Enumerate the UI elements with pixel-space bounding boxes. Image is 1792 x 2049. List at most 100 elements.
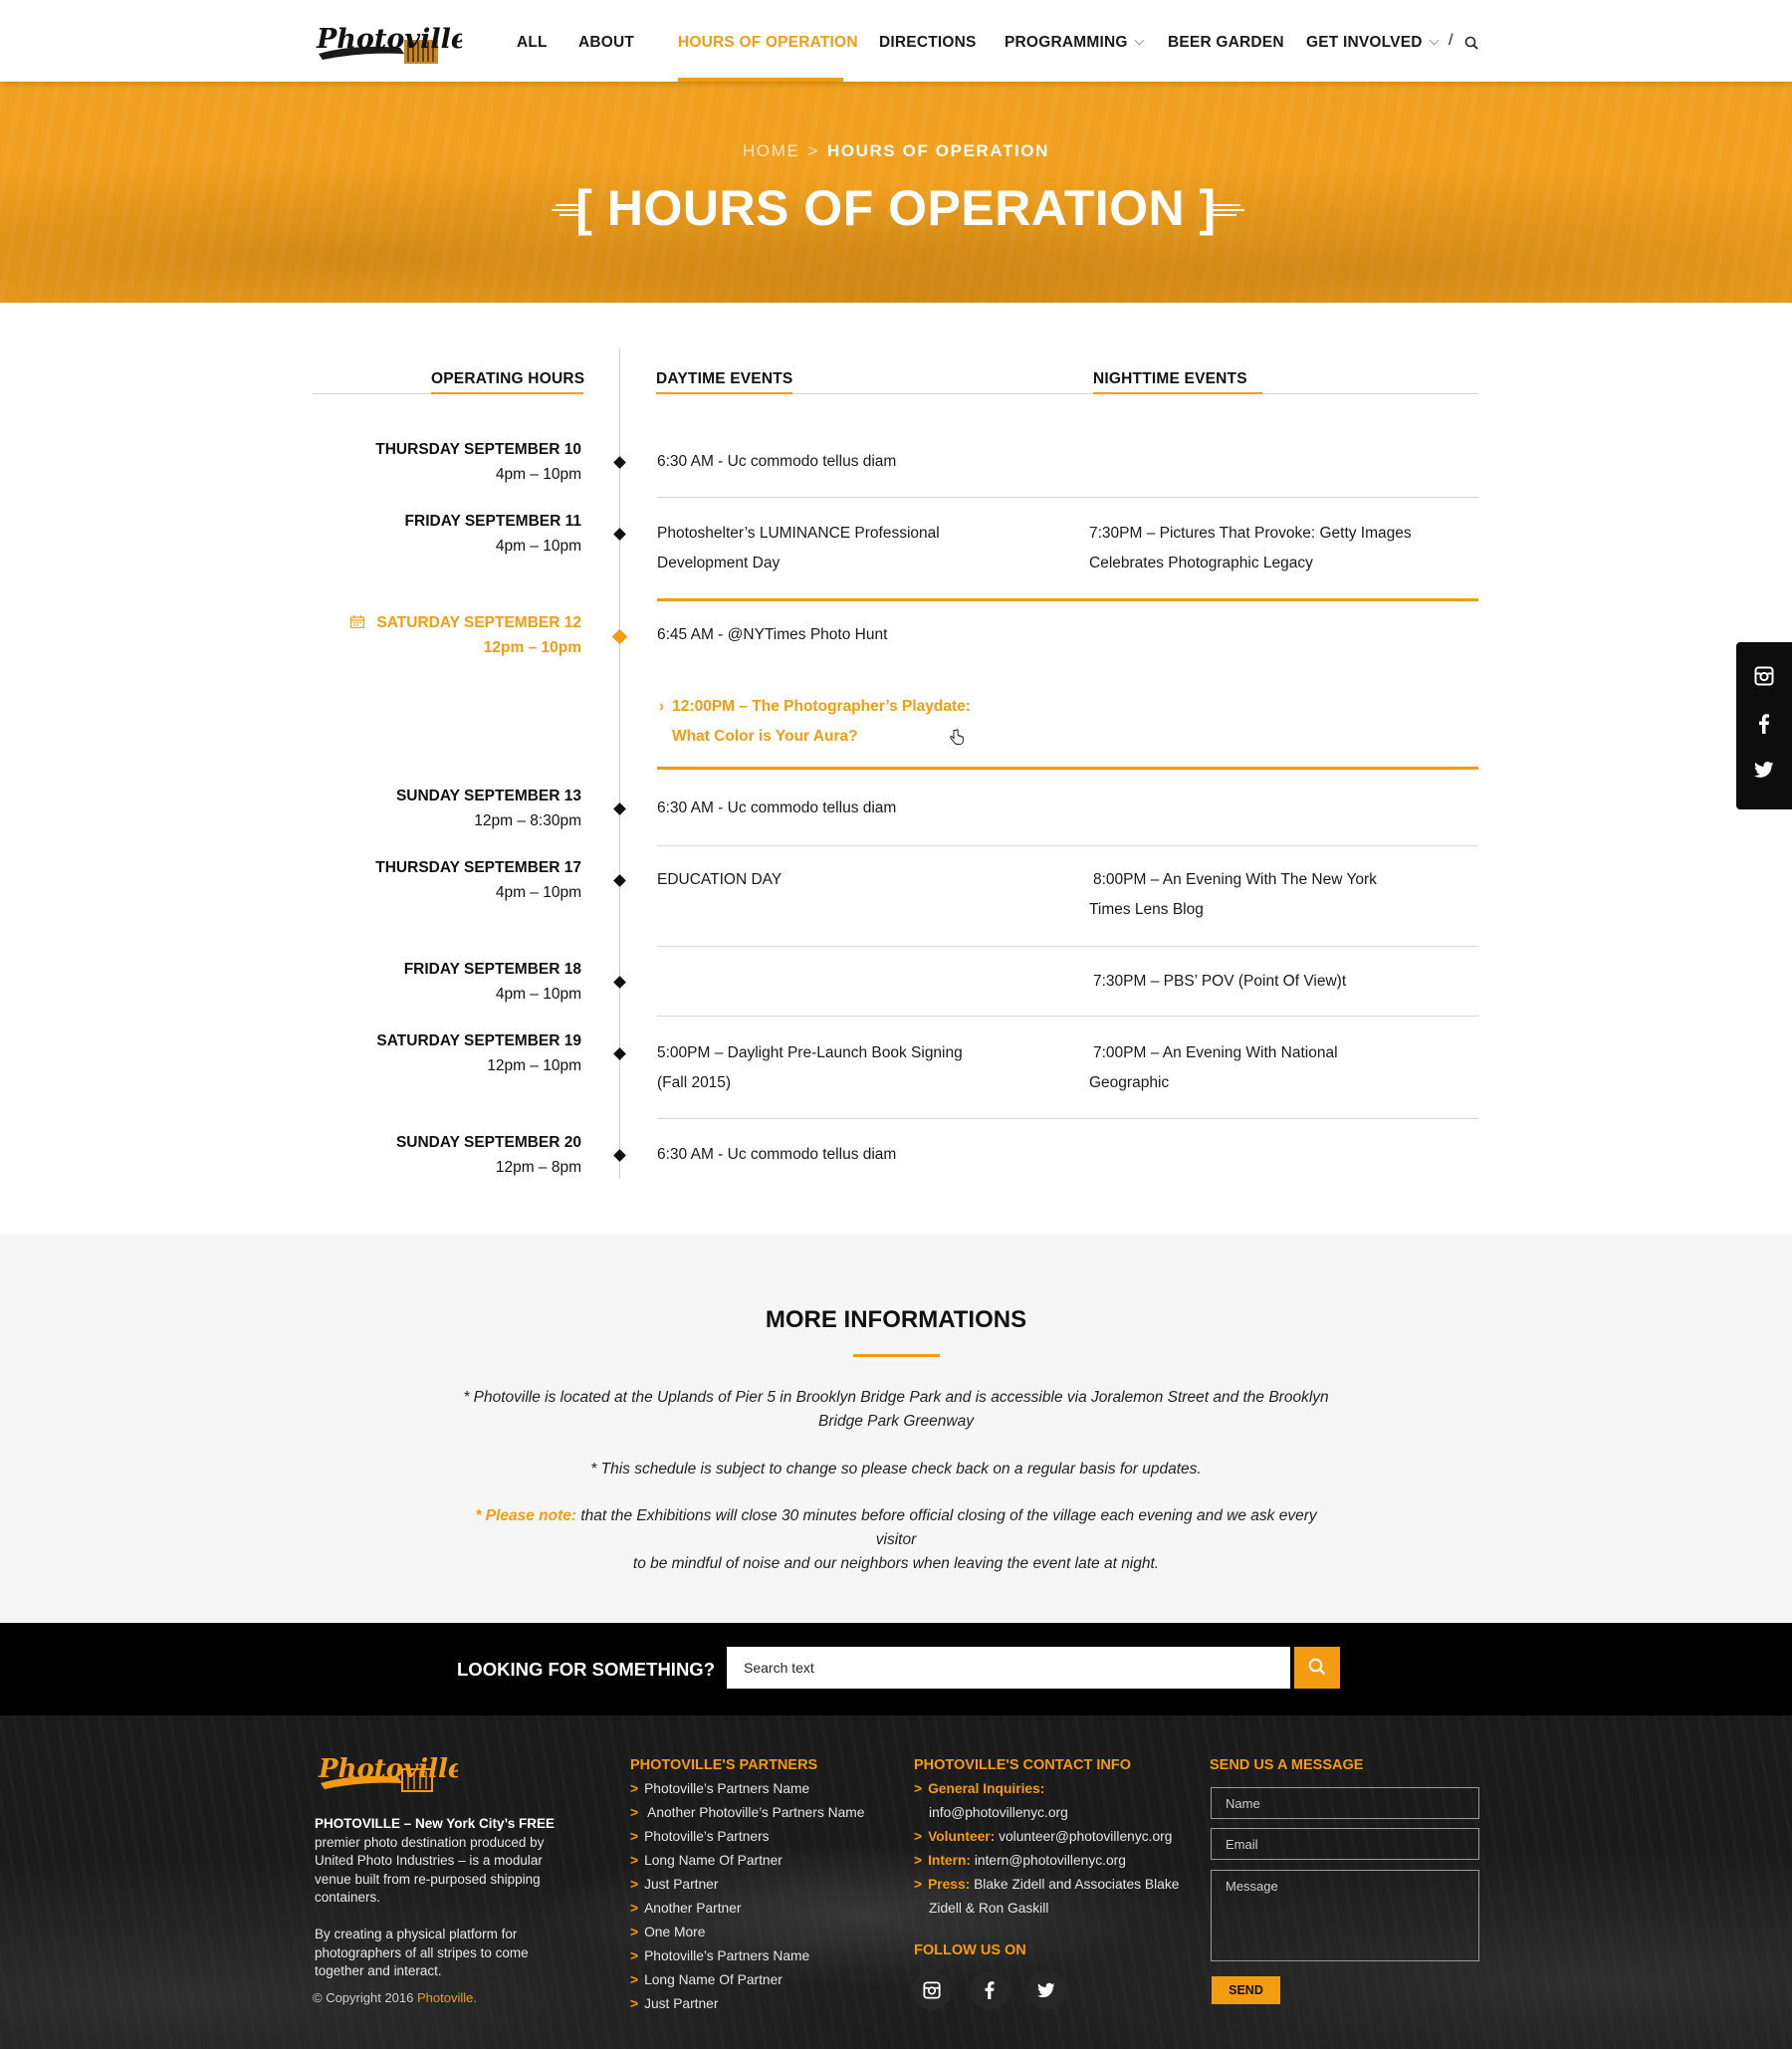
contact-item: > General Inquiries: (914, 1777, 1179, 1801)
partner-link[interactable]: > Photoville’s Partners Name (630, 1944, 864, 1968)
schedule-section: OPERATING HOURS DAYTIME EVENTS NIGHTTIME… (0, 303, 1792, 1235)
footer-photoville-logo[interactable]: Photoville (315, 1745, 458, 1797)
nav-separator: / (1449, 32, 1454, 49)
contact-email[interactable]: volunteer@photovillenyc.org (999, 1829, 1172, 1844)
day-name: FRIDAY SEPTEMBER 18 (403, 961, 581, 978)
instagram-icon[interactable] (1754, 666, 1774, 686)
row-divider (657, 946, 1478, 947)
contact-label: Volunteer: (928, 1829, 996, 1844)
info-line: to be mindful of noise and our neighbors… (632, 1555, 1160, 1572)
timeline-dot (613, 802, 626, 815)
search-input[interactable] (727, 1647, 1290, 1689)
page-title: [ HOURS OF OPERATION ] (575, 180, 1217, 236)
event-daytime[interactable]: 5:00PM – Daylight Pre-Launch Book Signin… (657, 1038, 963, 1098)
chevron-right-icon: > (630, 1853, 639, 1868)
footer-twitter-button[interactable] (1026, 1970, 1066, 2010)
partner-link[interactable]: > Long Name Of Partner (630, 1849, 864, 1873)
more-info-section: MORE INFORMATIONS * Photoville is locate… (0, 1235, 1792, 1623)
row-divider (657, 845, 1478, 846)
partner-name: Just Partner (644, 1877, 719, 1892)
partner-link[interactable]: > Another Photoville’s Partners Name (630, 1801, 864, 1825)
event-line: 7:30PM – Pictures That Provoke: Getty Im… (1089, 525, 1412, 542)
event-line: What Color is Your Aura? (672, 728, 858, 745)
row-divider (657, 497, 1478, 498)
day-name: THURSDAY SEPTEMBER 17 (375, 859, 581, 876)
chevron-right-icon: > (630, 1877, 639, 1892)
contact-email[interactable]: info@photovillenyc.org (914, 1801, 1179, 1825)
event-daytime[interactable]: 6:30 AM - Uc commodo tellus diam (657, 447, 896, 477)
nav-get-involved[interactable]: GET INVOLVED (1306, 34, 1440, 52)
send-button[interactable]: SEND (1212, 1976, 1280, 2004)
partner-link[interactable]: > Just Partner (630, 1992, 864, 2016)
day-name-text: SATURDAY SEPTEMBER 12 (376, 614, 581, 631)
day-name: SATURDAY SEPTEMBER 12 (350, 610, 581, 635)
search-strip: LOOKING FOR SOMETHING? (0, 1623, 1792, 1715)
message-field[interactable] (1211, 1870, 1479, 1961)
footer-facebook-button[interactable] (970, 1970, 1009, 2010)
event-line: Photoshelter’s LUMINANCE Professional (657, 525, 940, 542)
event-highlighted[interactable]: › 12:00PM – The Photographer’s Playdate: W… (659, 692, 971, 752)
event-daytime[interactable]: 6:30 AM - Uc commodo tellus diam (657, 794, 896, 823)
footer-instagram-button[interactable] (912, 1970, 952, 2010)
calendar-icon (350, 615, 365, 628)
email-field[interactable] (1211, 1828, 1479, 1860)
search-icon[interactable] (1464, 36, 1478, 50)
nav-programming[interactable]: PROGRAMMING (1005, 34, 1145, 52)
chevron-down-icon (1134, 35, 1145, 46)
breadcrumb-current: HOURS OF OPERATION (826, 141, 1049, 160)
event-daytime[interactable]: EDUCATION DAY (657, 865, 782, 895)
partner-link[interactable]: > Another Partner (630, 1897, 864, 1921)
facebook-icon[interactable] (1754, 714, 1774, 734)
contact-label: General Inquiries: (928, 1781, 1045, 1796)
event-daytime[interactable]: 6:45 AM - @NYTimes Photo Hunt (657, 620, 887, 650)
timeline-dot-active (611, 628, 628, 645)
nav-hours-of-operation[interactable]: HOURS OF OPERATION (678, 34, 858, 52)
site-header: Photoville ALL ABOUT HOURS OF OPERATION … (0, 0, 1792, 82)
partner-link[interactable]: > Photoville’s Partners Name (630, 1777, 864, 1801)
partner-link[interactable]: > One More (630, 1921, 864, 1944)
partner-link[interactable]: > Photoville’s Partners (630, 1825, 864, 1849)
day-name: FRIDAY SEPTEMBER 11 (404, 513, 581, 530)
partner-name: Just Partner (644, 1996, 719, 2011)
nav-beer-garden[interactable]: BEER GARDEN (1168, 34, 1284, 52)
chevron-right-icon: > (914, 1877, 923, 1892)
nav-all[interactable]: ALL (517, 34, 548, 52)
event-nighttime[interactable]: 7:00PM – An Evening With National Geograp… (1089, 1038, 1338, 1098)
partner-name: Another Partner (644, 1901, 742, 1916)
name-field[interactable] (1211, 1787, 1479, 1819)
nav-directions[interactable]: DIRECTIONS (879, 34, 977, 52)
breadcrumb-separator: > (807, 141, 819, 160)
chevron-right-icon: > (630, 1805, 639, 1820)
day-hours: 12pm – 8:30pm (474, 812, 581, 829)
twitter-icon[interactable] (1754, 760, 1774, 780)
info-paragraph: * Please note: that the Exhibitions will… (458, 1504, 1334, 1576)
chevron-right-icon: > (914, 1829, 923, 1844)
photoville-logo[interactable]: Photoville (313, 14, 462, 70)
header-underline (656, 392, 792, 394)
event-nighttime[interactable]: 7:30PM – PBS’ POV (Point Of View)t (1093, 967, 1346, 997)
header-underline (431, 392, 583, 394)
partner-link[interactable]: > Long Name Of Partner (630, 1968, 864, 1992)
event-daytime[interactable]: Photoshelter’s LUMINANCE Professional Dev… (657, 519, 940, 578)
event-nighttime[interactable]: 8:00PM – An Evening With The New York Tim… (1089, 865, 1377, 925)
partner-link[interactable]: > Just Partner (630, 1873, 864, 1897)
contact-email[interactable]: intern@photovillenyc.org (975, 1853, 1126, 1868)
hand-cursor-icon (950, 729, 964, 745)
search-button[interactable] (1294, 1647, 1340, 1689)
day-hours: 12pm – 10pm (487, 1057, 581, 1074)
daytime-events-header: DAYTIME EVENTS (656, 370, 793, 387)
day-name: THURSDAY SEPTEMBER 10 (375, 441, 581, 458)
event-nighttime[interactable]: 7:30PM – Pictures That Provoke: Getty Im… (1089, 519, 1412, 578)
event-line: Development Day (657, 555, 781, 571)
copyright-link[interactable]: Photoville. (417, 1990, 477, 2005)
breadcrumb-home[interactable]: HOME (743, 141, 799, 160)
contact-title: PHOTOVILLE'S CONTACT INFO (914, 1757, 1131, 1773)
event-line: 5:00PM – Daylight Pre-Launch Book Signin… (657, 1044, 963, 1061)
day-hours: 4pm – 10pm (495, 538, 581, 555)
event-daytime[interactable]: 6:30 AM - Uc commodo tellus diam (657, 1140, 896, 1170)
svg-text:Photoville: Photoville (316, 24, 462, 55)
nav-about[interactable]: ABOUT (578, 34, 634, 52)
day-row-active[interactable]: SATURDAY SEPTEMBER 12 12pm – 10pm (350, 610, 581, 660)
partners-title: PHOTOVILLE'S PARTNERS (630, 1757, 818, 1773)
nav-get-involved-label: GET INVOLVED (1306, 34, 1423, 51)
